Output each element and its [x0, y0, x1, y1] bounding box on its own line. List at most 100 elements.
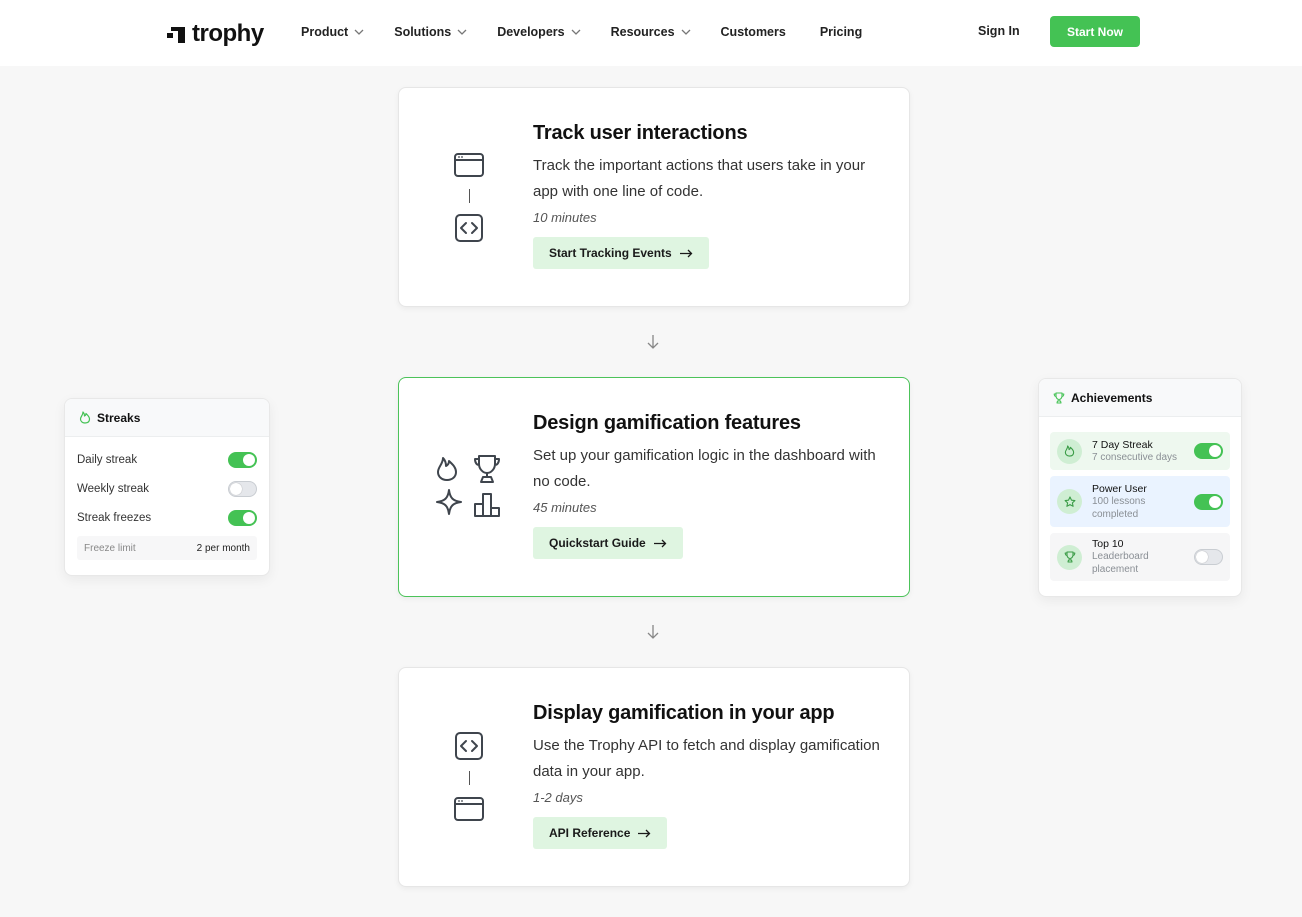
arrow-down-icon	[647, 625, 659, 639]
step-title: Design gamification features	[533, 412, 801, 434]
achievement-text: Power User 100 lessons completed	[1092, 483, 1194, 521]
trophy-icon	[474, 455, 500, 483]
sign-in-link[interactable]: Sign In	[978, 24, 1020, 38]
achievement-sub: Leaderboard placement	[1092, 551, 1149, 575]
nav-item-resources[interactable]: Resources	[611, 25, 691, 39]
nav-item-label: Developers	[497, 25, 565, 39]
chevron-down-icon	[571, 29, 581, 35]
streak-label: Weekly streak	[77, 482, 150, 495]
step-description: Set up your gamification logic in the da…	[533, 447, 876, 490]
freeze-limit-value: 2 per month	[196, 542, 250, 554]
step-time: 45 minutes	[533, 500, 597, 515]
achievement-toggle[interactable]	[1194, 549, 1223, 565]
streak-label: Daily streak	[77, 453, 138, 466]
button-label: Quickstart Guide	[549, 536, 646, 550]
start-tracking-events-button[interactable]: Start Tracking Events	[533, 237, 709, 269]
nav-item-solutions[interactable]: Solutions	[394, 25, 467, 39]
trophy-icon	[1064, 551, 1075, 563]
trophy-icon	[1053, 391, 1065, 404]
code-icon	[455, 732, 483, 760]
browser-window-icon	[454, 153, 484, 177]
nav-item-product[interactable]: Product	[301, 25, 364, 39]
sparkle-icon	[436, 489, 462, 515]
streak-label: Streak freezes	[77, 511, 152, 524]
achievement-sub: 100 lessons completed	[1092, 495, 1146, 520]
step-description: Use the Trophy API to fetch and display …	[533, 737, 880, 780]
arrow-down-icon	[647, 335, 659, 349]
step-title: Track user interactions	[533, 122, 748, 144]
button-label: API Reference	[549, 826, 631, 840]
achievement-name: 7 Day Streak	[1092, 438, 1153, 451]
daily-streak-toggle[interactable]	[228, 451, 257, 468]
arrow-right-icon	[653, 539, 667, 547]
achievement-7-day-streak: 7 Day Streak 7 consecutive days	[1050, 432, 1230, 470]
step-card-track: Track user interactions Track the import…	[398, 87, 910, 307]
logo-text: trophy	[192, 20, 264, 47]
button-label: Start Tracking Events	[549, 246, 672, 260]
achievement-power-user: Power User 100 lessons completed	[1050, 476, 1230, 527]
achievement-toggle[interactable]	[1194, 493, 1223, 510]
nav-item-label: Product	[301, 25, 349, 39]
nav-item-label: Pricing	[819, 25, 863, 39]
flame-icon	[79, 411, 91, 424]
nav-item-customers[interactable]: Customers	[721, 25, 786, 39]
flame-icon	[1064, 445, 1075, 457]
achievements-widget: Achievements 7 Day Streak 7 consecutive …	[1038, 378, 1242, 597]
step-icons	[429, 668, 509, 886]
widget-header: Streaks	[65, 399, 269, 437]
api-reference-button[interactable]: API Reference	[533, 817, 668, 849]
streak-freezes-toggle[interactable]	[228, 509, 257, 526]
step-icons	[429, 378, 509, 596]
step-icons	[429, 88, 509, 306]
step-time: 10 minutes	[533, 210, 597, 225]
streaks-widget: Streaks Daily streak Weekly streak Strea…	[64, 398, 270, 576]
nav-item-label: Resources	[610, 25, 675, 39]
top-nav: trophy Product Solutions Developers Reso…	[0, 0, 1302, 66]
weekly-streak-toggle[interactable]	[228, 480, 257, 497]
nav-item-label: Solutions	[394, 25, 452, 39]
step-description: Track the important actions that users t…	[533, 157, 866, 200]
browser-window-icon	[454, 797, 484, 821]
star-icon	[1064, 495, 1075, 507]
start-now-button[interactable]: Start Now	[1050, 16, 1140, 47]
quickstart-guide-button[interactable]: Quickstart Guide	[533, 527, 683, 559]
widget-title: Achievements	[1071, 390, 1153, 405]
step-card-design: Design gamification features Set up your…	[398, 377, 910, 597]
flame-icon	[437, 457, 457, 481]
achievement-name: Top 10	[1092, 538, 1124, 550]
achievement-badge	[1057, 544, 1082, 570]
achievement-sub: 7 consecutive days	[1092, 451, 1178, 463]
nav-item-pricing[interactable]: Pricing	[820, 25, 862, 39]
freeze-limit-field[interactable]: Freeze limit 2 per month	[77, 536, 257, 560]
widget-header: Achievements	[1039, 379, 1241, 417]
leaderboard-icon	[474, 493, 500, 517]
step-title: Display gamification in your app	[533, 702, 835, 724]
achievement-toggle[interactable]	[1194, 443, 1223, 459]
nav-links: Product Solutions Developers Resources C…	[301, 0, 892, 64]
chevron-down-icon	[681, 29, 690, 35]
achievement-badge	[1057, 438, 1082, 464]
freeze-limit-label: Freeze limit	[84, 542, 136, 554]
step-content: Display gamification in your app Use the…	[533, 702, 883, 849]
achievement-top-10: Top 10 Leaderboard placement	[1050, 533, 1230, 581]
trophy-logo-icon	[167, 27, 185, 43]
step-time: 1-2 days	[533, 790, 583, 805]
gamification-icons	[436, 455, 500, 517]
widget-title: Streaks	[97, 410, 141, 425]
arrow-right-icon	[679, 249, 693, 257]
chevron-down-icon	[354, 29, 364, 35]
nav-item-label: Customers	[720, 25, 786, 39]
step-card-display: Display gamification in your app Use the…	[398, 667, 910, 887]
code-icon	[455, 214, 483, 242]
icon-connector	[468, 189, 470, 203]
nav-item-developers[interactable]: Developers	[497, 25, 581, 39]
step-content: Track user interactions Track the import…	[533, 122, 883, 269]
achievement-name: Power User	[1092, 482, 1147, 495]
arrow-right-icon	[638, 829, 651, 837]
achievement-badge	[1057, 489, 1082, 514]
streak-row-daily: Daily streak	[65, 445, 269, 474]
achievement-text: 7 Day Streak 7 consecutive days	[1092, 439, 1194, 464]
streak-row-freezes: Streak freezes	[65, 503, 269, 532]
icon-connector	[468, 771, 470, 785]
trophy-logo[interactable]: trophy	[166, 20, 264, 48]
